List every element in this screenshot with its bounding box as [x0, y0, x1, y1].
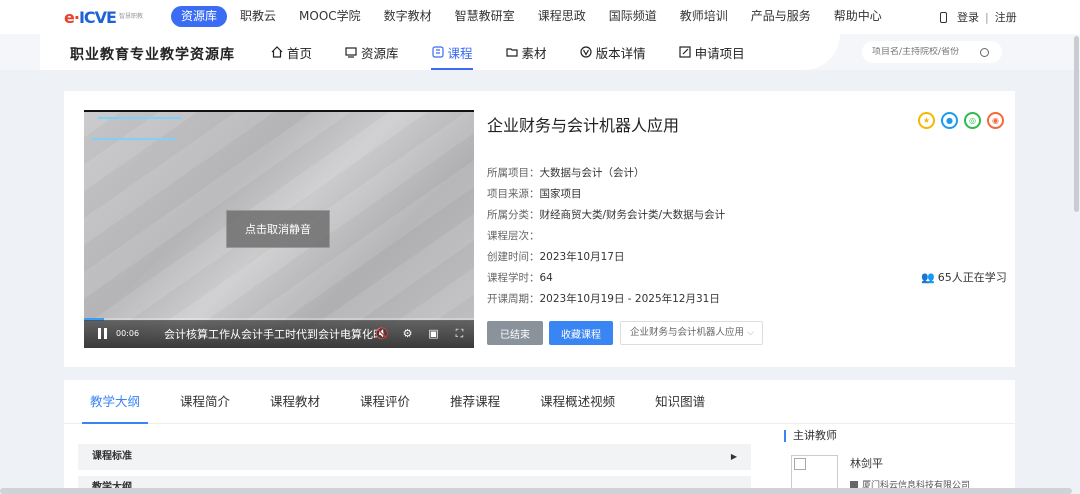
search-box	[862, 41, 1002, 63]
share-drop-icon[interactable]: ●	[941, 112, 958, 129]
meta-project: 所属项目：大数据与会计（会计）	[487, 167, 645, 179]
share-star-icon[interactable]: ★	[918, 112, 935, 129]
logo-mark: e·ICVE	[64, 7, 117, 27]
subnav-material-label: 素材	[521, 45, 547, 61]
sub-navigation: 首页 资源库 课程 素材 版本详情 申请项目	[270, 42, 777, 70]
fullscreen-icon[interactable]: ⛶	[453, 327, 466, 340]
outline-item-standard[interactable]: 课程标准 ▶	[78, 444, 751, 470]
logo-text: 智慧职教	[118, 13, 143, 20]
subnav-material[interactable]: 素材	[505, 42, 547, 62]
tab-recommended[interactable]: 推荐课程	[450, 380, 500, 424]
course-version-select[interactable]: 企业财务与会计机器人应用 ⌵	[620, 321, 763, 345]
tab-overview-video[interactable]: 课程概述视频	[540, 380, 615, 424]
topnav-item-teacher-training[interactable]: 教师培训	[670, 6, 738, 27]
subnav-library[interactable]: 资源库	[344, 42, 399, 62]
meta-period: 开课周期：2023年10月19日 - 2025年12月31日	[487, 293, 720, 305]
ended-button[interactable]: 已结束	[487, 321, 543, 345]
caret-right-icon: ▶	[730, 452, 737, 461]
tab-knowledge-graph[interactable]: 知识图谱	[655, 380, 705, 424]
tab-bar: 教学大纲 课程简介 课程教材 课程评价 推荐课程 课程概述视频 知识图谱	[64, 380, 1015, 424]
subnav-apply-label: 申请项目	[694, 45, 745, 61]
login-link[interactable]: 登录	[957, 9, 979, 25]
teacher-section-title: 主讲教师	[784, 430, 837, 442]
meta-hours: 课程学时：64	[487, 272, 553, 284]
topnav-item-international[interactable]: 国际频道	[599, 6, 667, 27]
library-icon	[345, 47, 357, 58]
top-navigation-bar: e·ICVE 智慧职教 资源库 职教云 MOOC学院 数字教材 智慧教研室 课程…	[0, 0, 1080, 34]
subnav-course[interactable]: 课程	[430, 42, 473, 70]
folder-icon	[505, 48, 518, 57]
pause-icon[interactable]	[98, 328, 107, 339]
sub-header: 职业教育专业教学资源库 首页 资源库 课程 素材 版本详情 申请项目	[0, 34, 1080, 70]
course-title: 企业财务与会计机器人应用	[487, 116, 680, 135]
register-link[interactable]: 注册	[995, 9, 1017, 25]
unmute-button[interactable]: 点击取消静音	[226, 210, 330, 248]
settings-gear-icon[interactable]: ⚙	[401, 327, 414, 340]
topnav-item-digital-textbook[interactable]: 数字教材	[374, 6, 442, 27]
icve-logo[interactable]: e·ICVE 智慧职教	[64, 6, 143, 28]
video-time: 00:06	[116, 329, 140, 338]
horizontal-scrollbar[interactable]	[0, 488, 1072, 494]
topnav-item-zhijiaoyun[interactable]: 职教云	[230, 6, 286, 27]
edit-icon	[678, 46, 691, 58]
caption-icon[interactable]: ▣	[427, 327, 440, 340]
topnav-item-help[interactable]: 帮助中心	[824, 6, 892, 27]
top-nav-menu: 资源库 职教云 MOOC学院 数字教材 智慧教研室 课程思政 国际频道 教师培训…	[171, 6, 895, 27]
video-subtitle: 会计核算工作从会计手工时代到会计电算化时代	[164, 328, 384, 341]
share-weibo-icon[interactable]: ◉	[987, 112, 1004, 129]
version-icon	[579, 46, 592, 58]
topnav-item-mooc[interactable]: MOOC学院	[289, 6, 371, 27]
meta-level: 课程层次：	[487, 230, 540, 242]
video-controls: 00:06 会计核算工作从会计手工时代到会计电算化时代 🔇 ⚙ ▣ ⛶	[84, 320, 474, 348]
course-version-value: 企业财务与会计机器人应用	[630, 327, 745, 338]
share-buttons: ★ ● ◎ ◉	[912, 112, 1004, 129]
video-control-icons: 🔇 ⚙ ▣ ⛶	[362, 327, 466, 340]
meta-source: 项目来源：国家项目	[487, 188, 582, 200]
subnav-apply[interactable]: 申请项目	[678, 42, 745, 62]
subnav-version[interactable]: 版本详情	[579, 42, 646, 62]
topnav-item-ideology[interactable]: 课程思政	[528, 6, 596, 27]
tab-introduction[interactable]: 课程简介	[180, 380, 230, 424]
video-graphic-line	[92, 138, 176, 140]
home-icon	[271, 46, 283, 58]
video-player[interactable]: 点击取消静音 00:06 会计核算工作从会计手工时代到会计电算化时代 🔇 ⚙ ▣…	[84, 110, 474, 348]
teacher-name[interactable]: 林剑平	[850, 455, 883, 471]
vertical-scrollbar[interactable]	[1074, 36, 1079, 212]
tab-textbook[interactable]: 课程教材	[270, 380, 320, 424]
phone-icon[interactable]	[940, 11, 947, 23]
course-meta: 所属项目：大数据与会计（会计） 项目来源：国家项目 所属分类：财经商贸大类/财务…	[487, 163, 725, 310]
users-icon: 👥	[921, 270, 935, 284]
search-icon[interactable]	[980, 47, 989, 57]
meta-created: 创建时间：2023年10月17日	[487, 251, 625, 263]
auth-links: 登录 | 注册	[940, 9, 1017, 25]
subnav-library-label: 资源库	[361, 45, 399, 61]
site-title[interactable]: 职业教育专业教学资源库	[70, 44, 235, 64]
auth-separator: |	[985, 10, 989, 24]
topnav-item-products[interactable]: 产品与服务	[741, 6, 821, 27]
video-graphic-line	[98, 117, 182, 119]
course-detail-tabs: 教学大纲 课程简介 课程教材 课程评价 推荐课程 课程概述视频 知识图谱 课程标…	[64, 380, 1015, 494]
subnav-version-label: 版本详情	[595, 45, 646, 61]
learner-count: 👥 65人正在学习	[921, 269, 1007, 285]
tab-evaluation[interactable]: 课程评价	[360, 380, 410, 424]
topnav-item-research-room[interactable]: 智慧教研室	[445, 6, 525, 27]
course-icon	[431, 46, 444, 58]
course-info-card: 点击取消静音 00:06 会计核算工作从会计手工时代到会计电算化时代 🔇 ⚙ ▣…	[64, 91, 1015, 367]
learner-count-text: 65人正在学习	[937, 271, 1007, 284]
search-input[interactable]	[872, 47, 980, 57]
outline-item-label: 课程标准	[92, 451, 132, 462]
subnav-home[interactable]: 首页	[270, 42, 312, 62]
subnav-home-label: 首页	[287, 45, 313, 61]
chevron-down-icon: ⌵	[747, 328, 754, 338]
meta-category: 所属分类：财经商贸大类/财务会计类/大数据与会计	[487, 209, 726, 221]
subnav-course-label: 课程	[447, 45, 473, 61]
share-wechat-icon[interactable]: ◎	[964, 112, 981, 129]
favorite-course-button[interactable]: 收藏课程	[549, 321, 613, 345]
mute-icon[interactable]: 🔇	[375, 327, 389, 340]
topnav-item-resource[interactable]: 资源库	[171, 6, 228, 27]
tab-syllabus[interactable]: 教学大纲	[81, 380, 149, 424]
